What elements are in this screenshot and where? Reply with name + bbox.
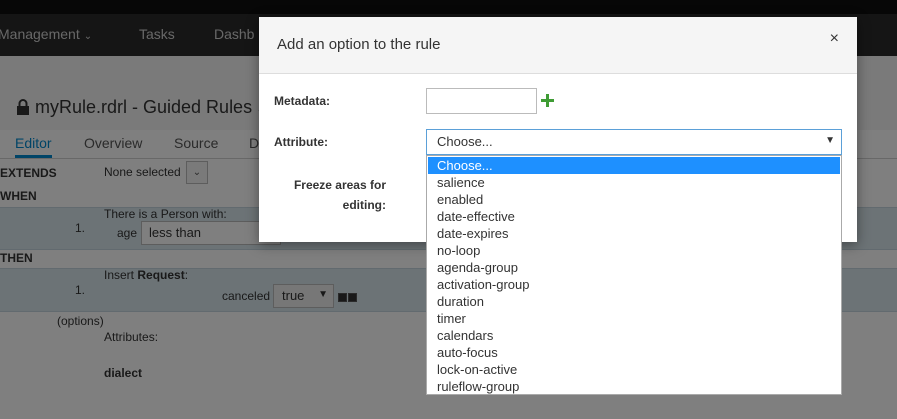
option-calendars[interactable]: calendars — [428, 327, 840, 344]
attribute-options-list: Choose... salience enabled date-effectiv… — [426, 155, 842, 395]
freeze-label-line2: editing: — [342, 198, 386, 212]
freeze-areas-label: Freeze areas for editing: — [274, 175, 386, 215]
option-salience[interactable]: salience — [428, 174, 840, 191]
metadata-input[interactable] — [426, 88, 537, 114]
dialog-header: Add an option to the rule × — [259, 17, 857, 74]
add-icon[interactable] — [541, 94, 554, 107]
option-enabled[interactable]: enabled — [428, 191, 840, 208]
metadata-label: Metadata: — [274, 94, 331, 108]
option-agenda-group[interactable]: agenda-group — [428, 259, 840, 276]
dialog-title: Add an option to the rule — [277, 36, 441, 53]
option-lock-on-active[interactable]: lock-on-active — [428, 361, 840, 378]
option-date-effective[interactable]: date-effective — [428, 208, 840, 225]
attribute-select[interactable]: Choose... ▼ — [426, 129, 842, 155]
option-auto-focus[interactable]: auto-focus — [428, 344, 840, 361]
freeze-label-line1: Freeze areas for — [293, 178, 386, 192]
attribute-select-value: Choose... — [437, 134, 493, 149]
option-timer[interactable]: timer — [428, 310, 840, 327]
close-icon[interactable]: × — [830, 30, 839, 48]
option-no-loop[interactable]: no-loop — [428, 242, 840, 259]
caret-down-icon: ▼ — [825, 135, 835, 146]
option-ruleflow-group[interactable]: ruleflow-group — [428, 378, 840, 395]
option-activation-group[interactable]: activation-group — [428, 276, 840, 293]
attribute-label: Attribute: — [274, 135, 328, 149]
option-choose[interactable]: Choose... — [428, 157, 840, 174]
option-duration[interactable]: duration — [428, 293, 840, 310]
option-date-expires[interactable]: date-expires — [428, 225, 840, 242]
